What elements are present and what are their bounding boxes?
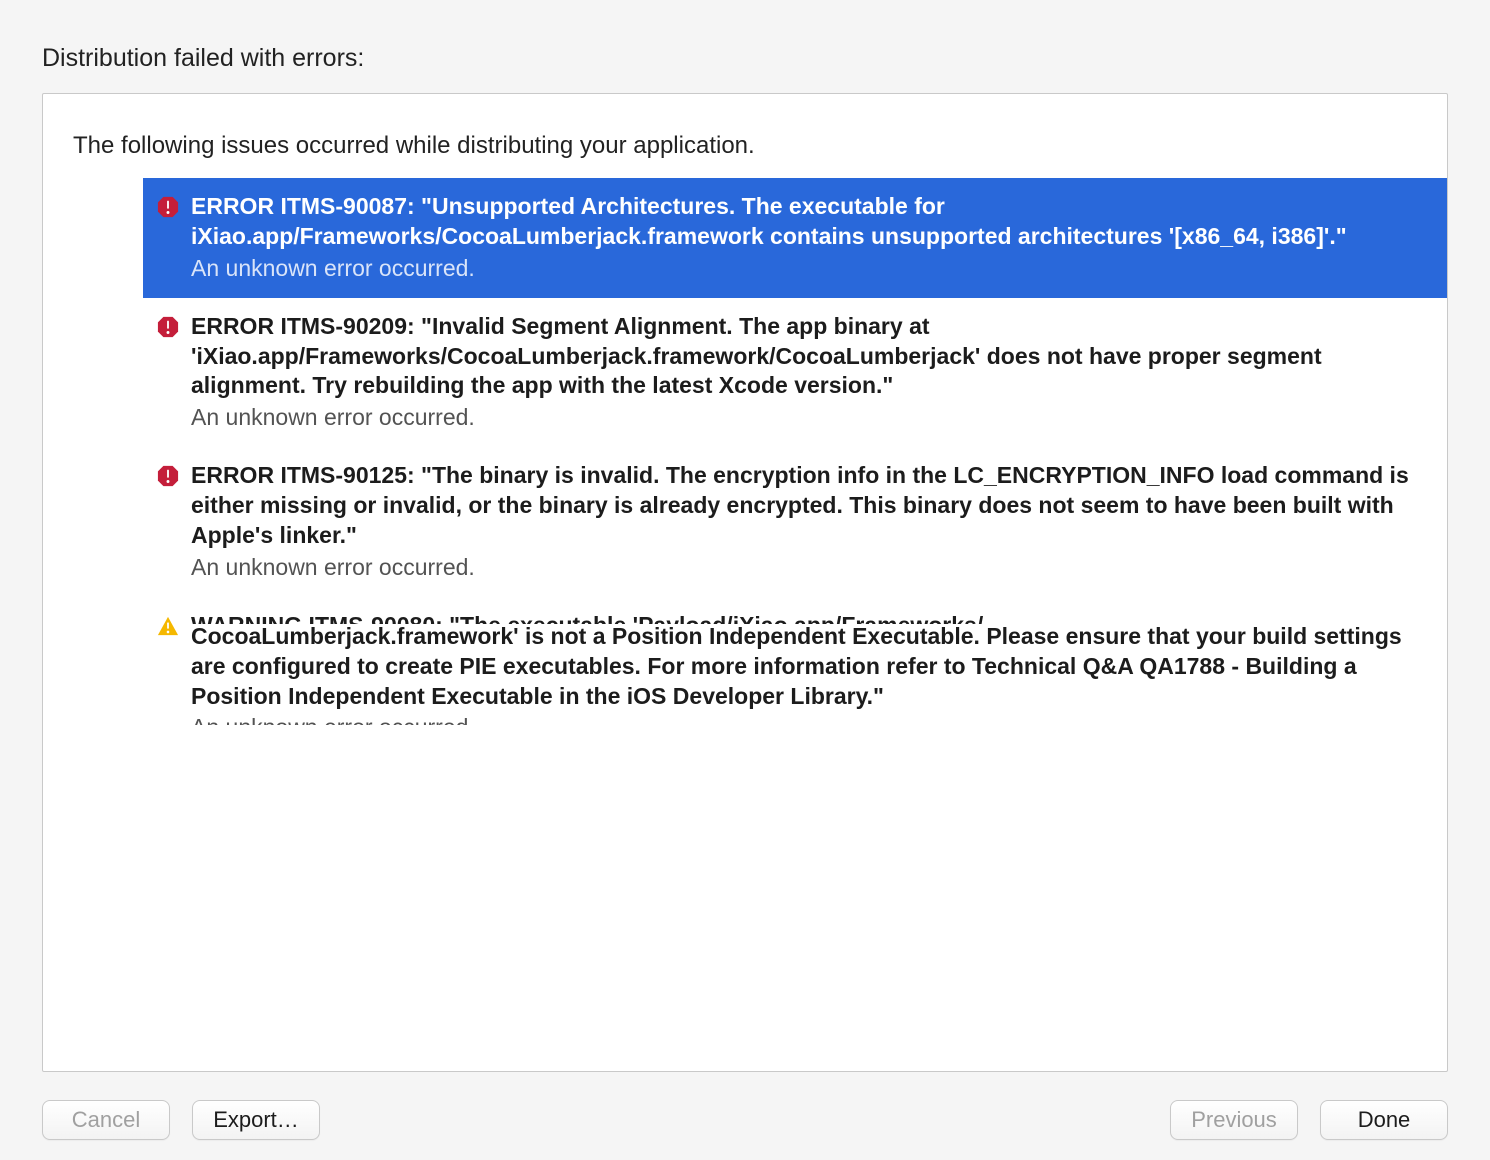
issue-row[interactable]: WARNING ITMS-90080: "The executable 'Pay…	[143, 597, 1447, 740]
error-icon	[157, 465, 179, 487]
issue-row[interactable]: ERROR ITMS-90087: "Unsupported Architect…	[143, 178, 1447, 298]
error-icon	[157, 316, 179, 338]
warning-icon	[157, 615, 179, 637]
issue-detail: An unknown error occurred.	[191, 553, 1423, 583]
dialog-heading: Distribution failed with errors:	[42, 44, 1448, 73]
issue-title: ERROR ITMS-90209: "Invalid Segment Align…	[191, 312, 1423, 402]
issue-row[interactable]: ERROR ITMS-90209: "Invalid Segment Align…	[143, 298, 1447, 448]
cancel-button[interactable]: Cancel	[42, 1100, 170, 1140]
export-button[interactable]: Export…	[192, 1100, 320, 1140]
issue-body: ERROR ITMS-90125: "The binary is invalid…	[191, 461, 1423, 583]
issue-body: ERROR ITMS-90209: "Invalid Segment Align…	[191, 312, 1423, 434]
issues-list[interactable]: ERROR ITMS-90087: "Unsupported Architect…	[43, 178, 1447, 1071]
issue-title: ERROR ITMS-90087: "Unsupported Architect…	[191, 192, 1423, 252]
issue-detail: An unknown error occurred.	[191, 254, 1423, 284]
issues-intro: The following issues occurred while dist…	[43, 94, 1447, 178]
issue-title-rest: CocoaLumberjack.framework' is not a Posi…	[191, 623, 1402, 709]
issues-panel: The following issues occurred while dist…	[42, 93, 1448, 1072]
dialog-button-row: Cancel Export… Previous Done	[42, 1100, 1448, 1140]
issue-title: ERROR ITMS-90125: "The binary is invalid…	[191, 461, 1423, 551]
done-button[interactable]: Done	[1320, 1100, 1448, 1140]
issue-body: WARNING ITMS-90080: "The executable 'Pay…	[191, 611, 1423, 726]
issue-title: WARNING ITMS-90080: "The executable 'Pay…	[191, 611, 1423, 712]
issue-detail: An unknown error occurred.	[191, 403, 1423, 433]
distribution-error-dialog: Distribution failed with errors: The fol…	[0, 0, 1490, 1160]
issue-detail: An unknown error occurred.	[191, 713, 1423, 725]
error-icon	[157, 196, 179, 218]
issue-row[interactable]: ERROR ITMS-90125: "The binary is invalid…	[143, 447, 1447, 597]
issue-body: ERROR ITMS-90087: "Unsupported Architect…	[191, 192, 1423, 284]
previous-button[interactable]: Previous	[1170, 1100, 1298, 1140]
